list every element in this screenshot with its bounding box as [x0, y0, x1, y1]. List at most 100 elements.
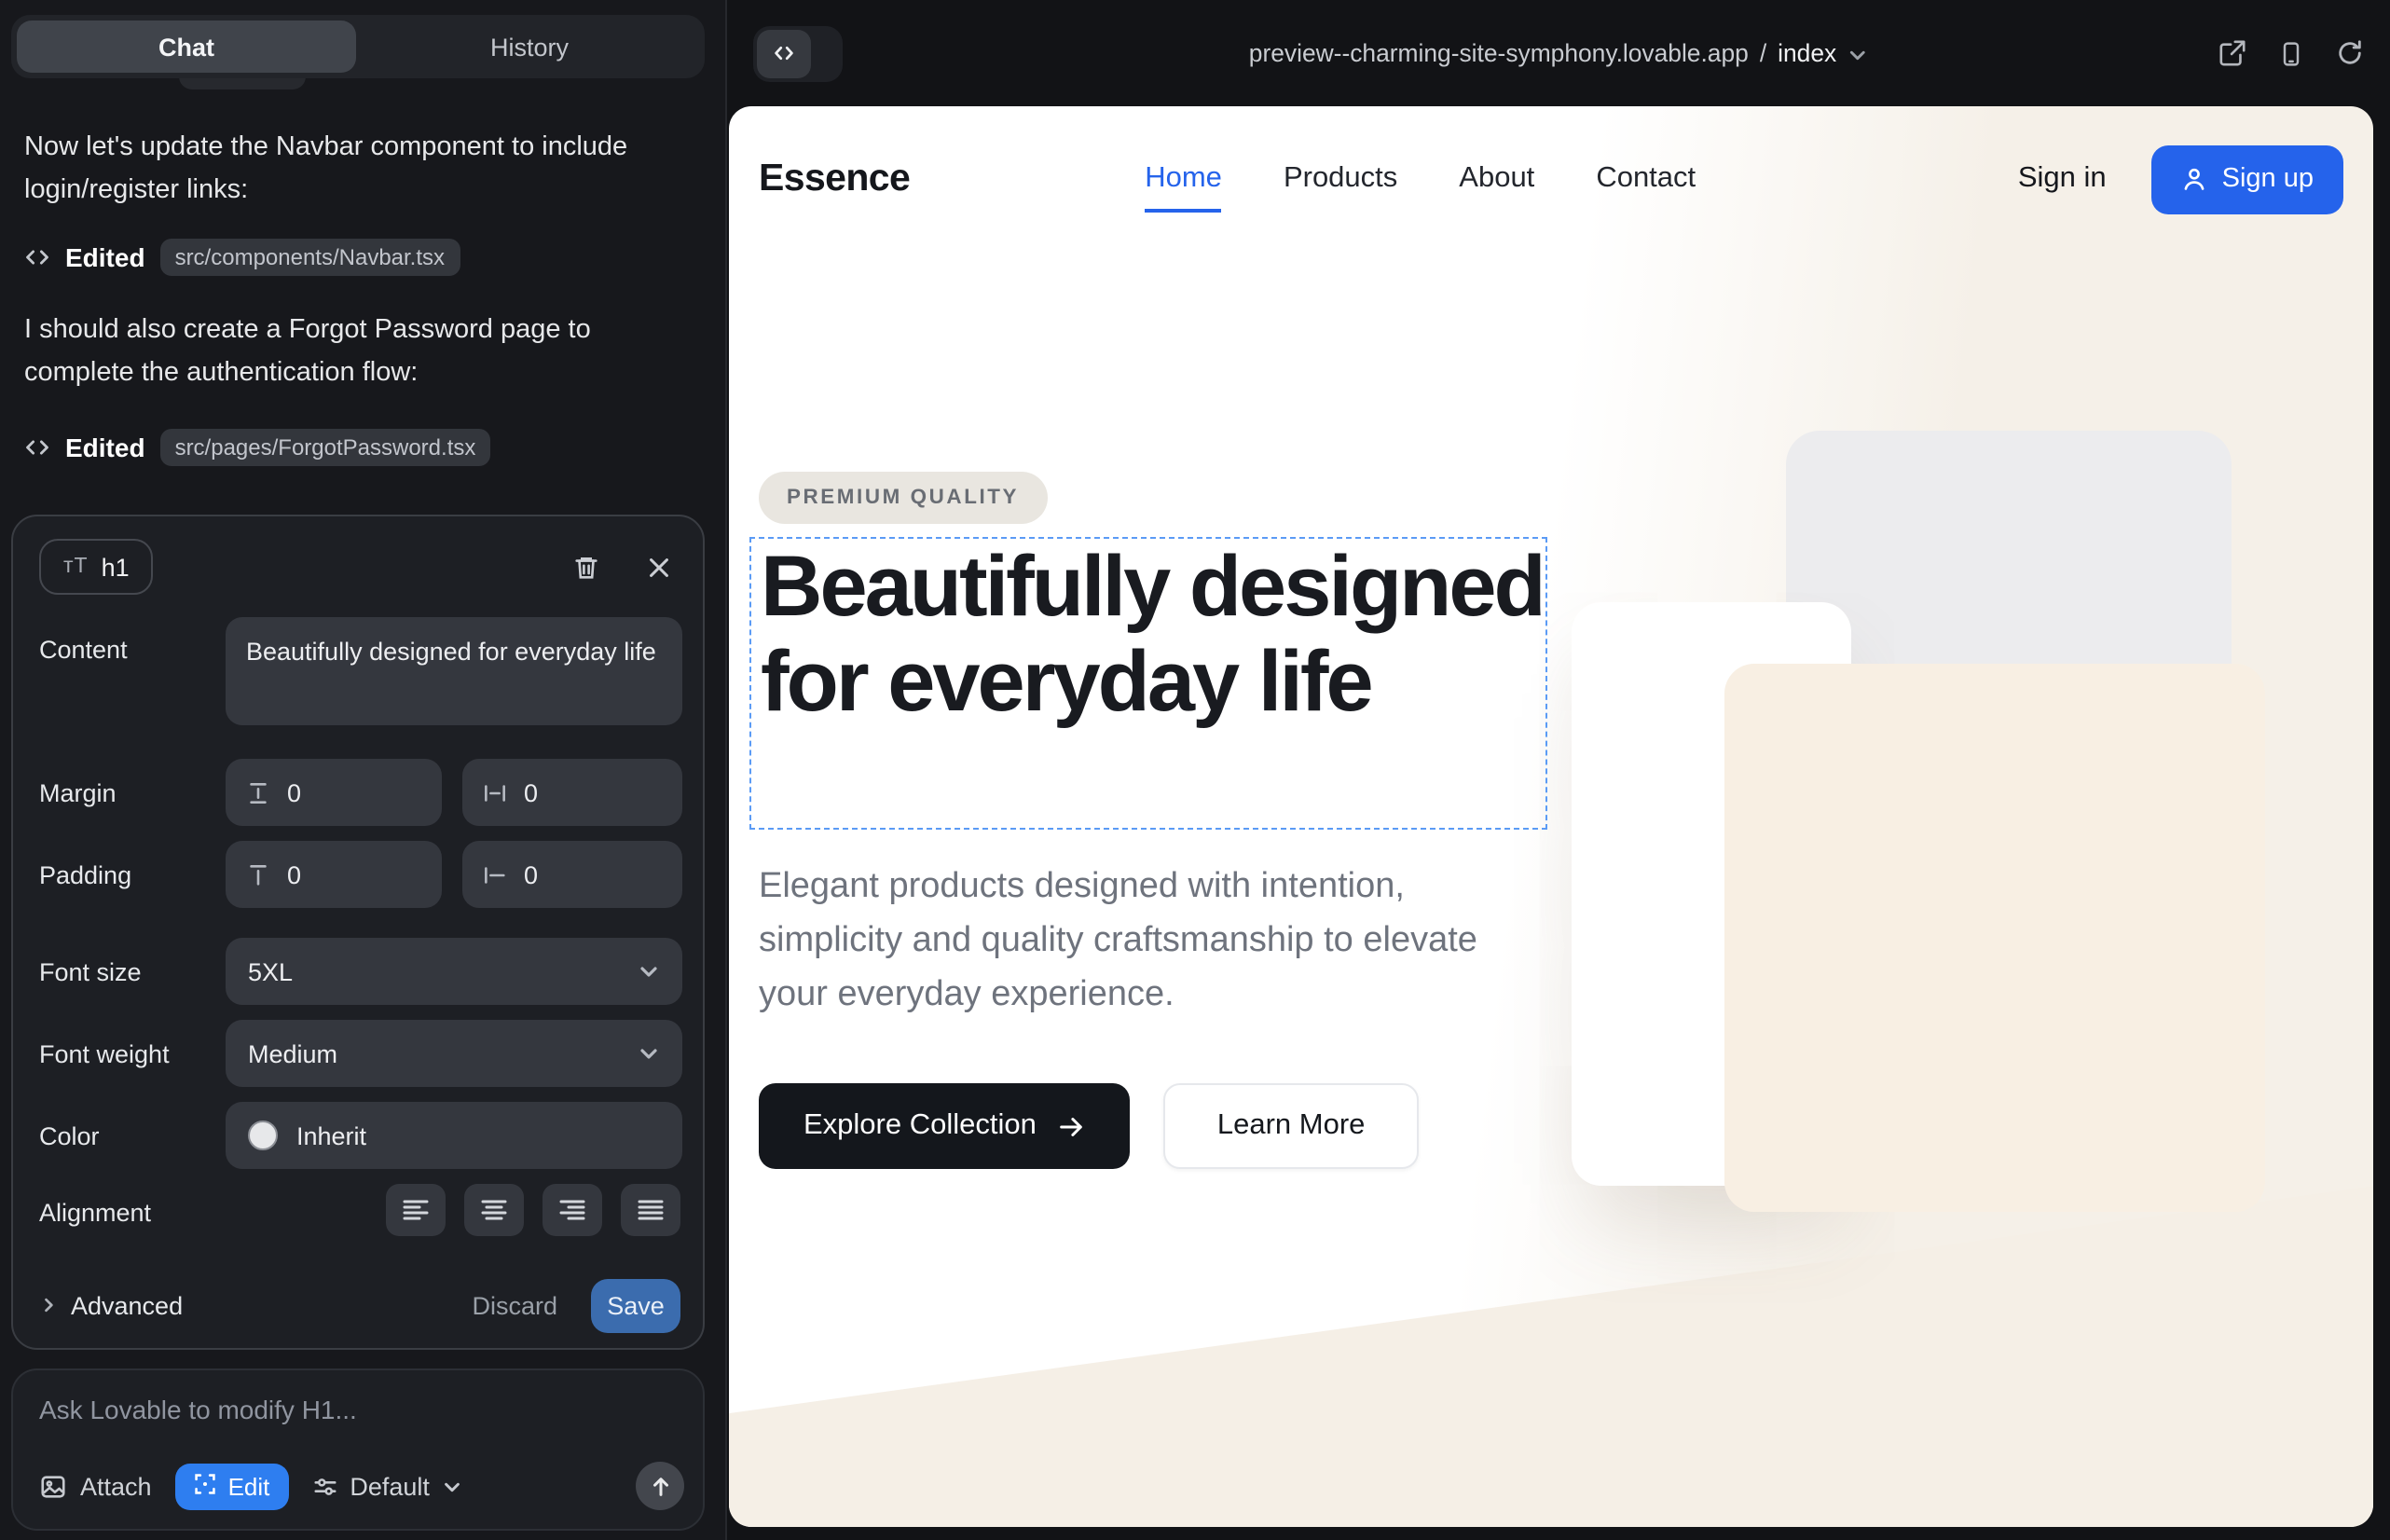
chat-panel: Chat History Now let's update the Navbar…: [0, 0, 725, 1540]
tab-chat[interactable]: Chat: [17, 21, 356, 73]
nav-link-products[interactable]: Products: [1284, 162, 1397, 196]
horizontal-padding-icon: [483, 862, 507, 887]
preview-toolbar: preview--charming-site-symphony.lovable.…: [727, 0, 2390, 106]
edited-file-row: Edited src/pages/ForgotPassword.tsx: [24, 427, 490, 468]
code-icon: [24, 434, 50, 461]
chat-message: I should also create a Forgot Password p…: [24, 309, 643, 395]
margin-label: Margin: [39, 779, 117, 807]
color-label: Color: [39, 1122, 100, 1150]
site-brand[interactable]: Essence: [759, 157, 910, 201]
composer-toolbar: Attach Edit Default: [32, 1462, 684, 1510]
element-editor-panel: тT h1 Content Beautifully designed for e…: [11, 515, 705, 1350]
arrow-right-icon: [1057, 1113, 1085, 1141]
font-weight-select[interactable]: Medium: [226, 1020, 682, 1087]
edit-mode-button[interactable]: Edit: [176, 1463, 289, 1509]
margin-x-input[interactable]: 0: [462, 759, 682, 826]
margin-y-input[interactable]: 0: [226, 759, 442, 826]
lovable-app: Chat History Now let's update the Navbar…: [0, 0, 2390, 1540]
chat-message: Now let's update the Navbar component to…: [24, 127, 643, 213]
site-navbar: Essence Home Products About Contact Sign…: [729, 106, 2373, 252]
open-external-icon[interactable]: [2218, 39, 2246, 67]
chevron-down-icon: [638, 960, 660, 983]
file-path-chip[interactable]: src/components/Navbar.tsx: [160, 239, 460, 276]
alignment-label: Alignment: [39, 1199, 151, 1227]
editor-header: тT h1: [39, 539, 684, 595]
color-swatch: [248, 1121, 278, 1150]
nav-link-about[interactable]: About: [1459, 162, 1534, 196]
align-center-button[interactable]: [464, 1184, 524, 1236]
preview-panel: preview--charming-site-symphony.lovable.…: [725, 0, 2390, 1540]
advanced-toggle[interactable]: Advanced: [39, 1291, 183, 1319]
selected-element-outline: Beautifully designed for everyday life: [749, 537, 1547, 830]
element-tag-label: h1: [102, 553, 130, 581]
padding-label: Padding: [39, 861, 131, 889]
close-icon[interactable]: [645, 553, 673, 581]
discard-button[interactable]: Discard: [472, 1291, 557, 1319]
alignment-controls: [386, 1184, 680, 1236]
site-nav-links: Home Products About Contact: [1145, 162, 1696, 196]
vertical-spacing-icon: [246, 780, 270, 804]
trash-icon[interactable]: [572, 553, 600, 581]
preview-url-dropdown[interactable]: preview--charming-site-symphony.lovable.…: [1249, 39, 1868, 67]
align-right-button[interactable]: [543, 1184, 602, 1236]
attach-button[interactable]: Attach: [32, 1472, 159, 1500]
preview-url: preview--charming-site-symphony.lovable.…: [1249, 39, 1749, 67]
mobile-view-icon[interactable]: [2278, 40, 2304, 66]
toolbar-actions: [2218, 39, 2364, 67]
site-nav-actions: Sign in Sign up: [2018, 144, 2343, 213]
panel-tabbar: Chat History: [11, 15, 705, 78]
font-size-label: Font size: [39, 958, 142, 986]
model-select[interactable]: Default: [305, 1472, 471, 1500]
content-label: Content: [39, 636, 128, 664]
nav-link-home[interactable]: Home: [1145, 162, 1222, 196]
send-button[interactable]: [636, 1462, 684, 1510]
sign-up-button[interactable]: Sign up: [2151, 144, 2343, 213]
edited-label: Edited: [65, 242, 145, 272]
nav-link-contact[interactable]: Contact: [1596, 162, 1696, 196]
refresh-icon[interactable]: [2336, 39, 2364, 67]
hero-badge: PREMIUM QUALITY: [759, 472, 1047, 524]
code-icon: [24, 244, 50, 270]
padding-x-input[interactable]: 0: [462, 841, 682, 908]
attach-icon: [39, 1472, 67, 1500]
chevron-down-icon: [1847, 45, 1868, 65]
save-button[interactable]: Save: [591, 1278, 680, 1332]
composer-input[interactable]: [39, 1395, 654, 1424]
decorative-card-cream: [1724, 664, 2265, 1212]
url-path: index: [1778, 39, 1836, 67]
horizontal-spacing-icon: [483, 780, 507, 804]
url-path-separator: /: [1760, 39, 1766, 67]
code-preview-toggle[interactable]: [753, 25, 843, 81]
explore-collection-button[interactable]: Explore Collection: [759, 1083, 1130, 1169]
selected-element-tag: тT h1: [39, 539, 154, 595]
text-type-icon: тT: [63, 556, 89, 578]
tab-history[interactable]: History: [360, 21, 699, 73]
color-select[interactable]: Inherit: [226, 1102, 682, 1169]
chevron-right-icon: [39, 1296, 58, 1314]
font-size-select[interactable]: 5XL: [226, 938, 682, 1005]
align-left-button[interactable]: [386, 1184, 446, 1236]
hero-subtext[interactable]: Elegant products designed with intention…: [759, 859, 1527, 1022]
editor-actions: [572, 553, 673, 581]
site-viewport: Essence Home Products About Contact Sign…: [729, 106, 2373, 1527]
padding-y-input[interactable]: 0: [226, 841, 442, 908]
chevron-down-icon: [638, 1042, 660, 1065]
chevron-down-icon: [443, 1476, 463, 1496]
edited-file-row: Edited src/components/Navbar.tsx: [24, 237, 460, 278]
sign-in-link[interactable]: Sign in: [2018, 162, 2107, 196]
align-justify-button[interactable]: [621, 1184, 680, 1236]
file-path-chip[interactable]: src/pages/ForgotPassword.tsx: [160, 429, 491, 466]
sliders-icon: [312, 1474, 337, 1498]
hero-cta-row: Explore Collection Learn More: [759, 1083, 1419, 1169]
vertical-padding-icon: [246, 862, 270, 887]
font-weight-label: Font weight: [39, 1040, 170, 1068]
chat-composer: Attach Edit Default: [11, 1368, 705, 1531]
edited-label: Edited: [65, 433, 145, 462]
edit-icon: [195, 1472, 217, 1500]
editor-footer: Advanced Discard Save: [39, 1277, 680, 1333]
content-field[interactable]: Beautifully designed for everyday life: [226, 617, 682, 725]
person-icon: [2181, 166, 2207, 192]
code-brackets-icon: [757, 29, 811, 77]
hero-headline[interactable]: Beautifully designed for everyday life: [761, 539, 1545, 729]
learn-more-button[interactable]: Learn More: [1163, 1083, 1420, 1169]
